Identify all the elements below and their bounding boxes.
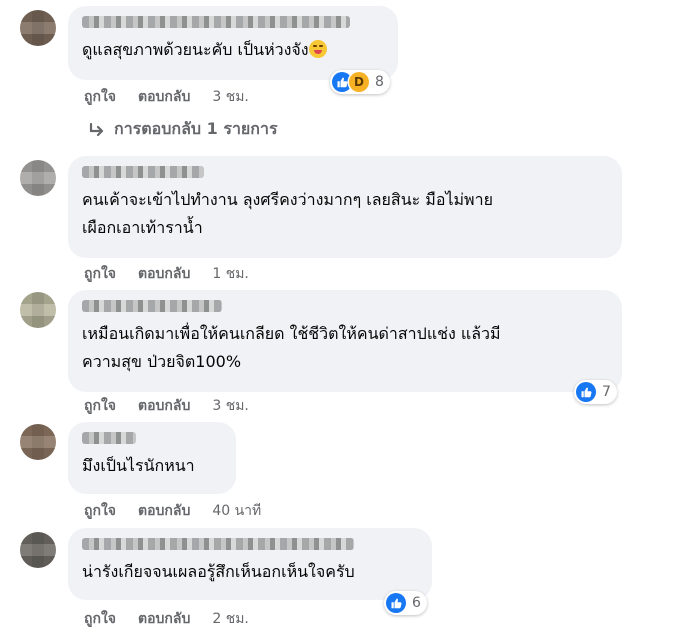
like-button[interactable]: ถูกใจ [84,263,116,285]
commenter-name-redacted[interactable] [82,432,136,444]
comment-bubble: ดูแลสุขภาพด้วยนะคับ เป็นห่วงจัง [68,6,398,80]
like-button[interactable]: ถูกใจ [84,500,116,522]
reply-button[interactable]: ตอบกลับ [138,608,190,630]
like-button[interactable]: ถูกใจ [84,608,116,630]
commenter-name-redacted[interactable] [82,166,204,178]
comment-actions: ถูกใจ ตอบกลับ 3 ชม. [84,395,249,417]
reaction-summary[interactable]: 7 [574,380,617,404]
reply-button[interactable]: ตอบกลับ [138,500,190,522]
reply-button[interactable]: ตอบกลับ [138,263,190,285]
reply-button[interactable]: ตอบกลับ [138,395,190,417]
comment-text: น่ารังเกียจจนเผลอรู้สึกเห็นอกเห็นใจครับ [82,562,355,581]
avatar[interactable] [20,532,56,568]
reaction-count: 6 [412,595,421,611]
avatar[interactable] [20,160,56,196]
comment-bubble: คนเค้าจะเข้าไปทำงาน ลุงศรีคงว่างมากๆ เลย… [68,156,622,258]
comment-actions: ถูกใจ ตอบกลับ 3 ชม. [84,86,249,108]
reply-arrow-icon [89,122,104,136]
commenter-name-redacted[interactable] [82,300,222,312]
comment-timestamp[interactable]: 2 ชม. [212,608,249,630]
reaction-count: 8 [375,74,384,90]
like-icon [386,593,406,613]
comment-bubble: เหมือนเกิดมาเพื่อให้คนเกลียด ใช้ชีวิตให้… [68,290,622,392]
comment-bubble: น่ารังเกียจจนเผลอรู้สึกเห็นอกเห็นใจครับ [68,528,432,600]
comment-text: มึงเป็นไรนักหนา [82,456,195,475]
comment-text: ดูแลสุขภาพด้วยนะคับ เป็นห่วงจัง [82,36,384,64]
reaction-summary[interactable]: D 8 [330,70,390,94]
comment-timestamp[interactable]: 1 ชม. [212,263,249,285]
comment-text: คนเค้าจะเข้าไปทำงาน ลุงศรีคงว่างมากๆ เลย… [82,190,493,237]
comment-timestamp[interactable]: 3 ชม. [212,86,249,108]
avatar[interactable] [20,10,56,46]
haha-icon: D [349,72,369,92]
avatar[interactable] [20,292,56,328]
reply-button[interactable]: ตอบกลับ [138,86,190,108]
comment-actions: ถูกใจ ตอบกลับ 2 ชม. [84,608,249,630]
comment-timestamp[interactable]: 3 ชม. [212,395,249,417]
comment-text: เหมือนเกิดมาเพื่อให้คนเกลียด ใช้ชีวิตให้… [82,324,501,371]
avatar[interactable] [20,424,56,460]
commenter-name-redacted[interactable] [82,16,350,28]
like-icon [576,382,596,402]
view-replies-label: การตอบกลับ 1 รายการ [114,119,278,138]
commenter-name-redacted[interactable] [82,538,354,550]
reaction-summary[interactable]: 6 [384,591,427,615]
comment-actions: ถูกใจ ตอบกลับ 1 ชม. [84,263,249,285]
reaction-count: 7 [602,384,611,400]
comment-bubble: มึงเป็นไรนักหนา [68,422,236,494]
comment-timestamp[interactable]: 40 นาที [212,500,261,522]
comment-actions: ถูกใจ ตอบกลับ 40 นาที [84,500,261,522]
like-button[interactable]: ถูกใจ [84,86,116,108]
like-button[interactable]: ถูกใจ [84,395,116,417]
smirk-tongue-emoji-icon [308,40,327,58]
view-replies-link[interactable]: การตอบกลับ 1 รายการ [88,117,278,142]
